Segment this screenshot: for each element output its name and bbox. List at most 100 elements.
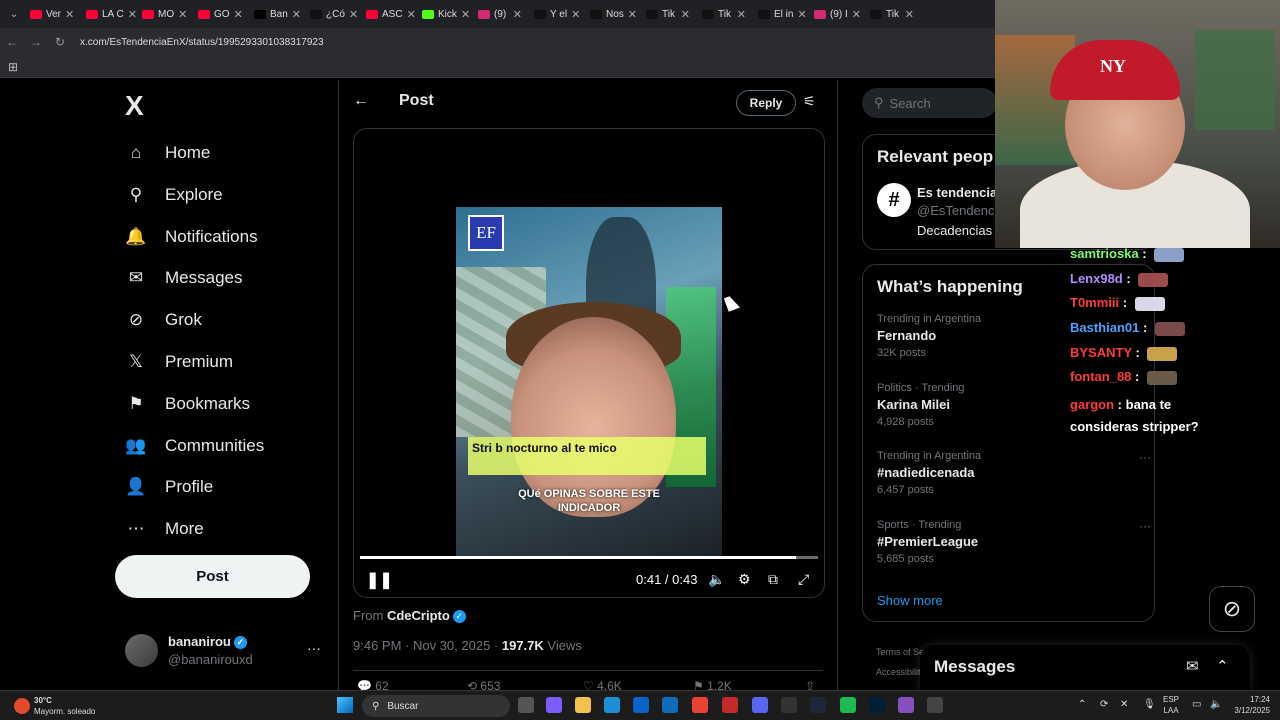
app-icon[interactable]	[781, 697, 797, 713]
browser-tab[interactable]: (9) I ✕	[808, 0, 864, 28]
tab-close-icon[interactable]: ✕	[571, 8, 580, 21]
video-progress-bar[interactable]	[360, 556, 818, 559]
browser-forward-icon[interactable]: →	[24, 35, 48, 49]
browser-tab[interactable]: Kick ✕	[416, 0, 472, 28]
account-switcher[interactable]: bananirou ✓ @bananirouxd ···	[125, 632, 325, 672]
tab-close-icon[interactable]: ✕	[628, 8, 637, 21]
nav-item-home[interactable]: ⌂ Home	[125, 138, 211, 168]
tab-search-chevron-icon[interactable]: ⌄	[4, 4, 24, 24]
nav-item-grok[interactable]: ⊘ Grok	[125, 305, 202, 335]
tab-close-icon[interactable]: ✕	[681, 8, 690, 21]
tab-close-icon[interactable]: ✕	[852, 8, 861, 21]
file-explorer-icon[interactable]	[575, 697, 591, 713]
tab-close-icon[interactable]: ✕	[292, 8, 301, 21]
pip-icon[interactable]: ⧉	[768, 571, 778, 588]
edge-icon[interactable]	[604, 697, 620, 713]
tab-close-icon[interactable]: ✕	[407, 8, 416, 21]
url-field[interactable]: x.com/EsTendenciaEnX/status/199529330103…	[80, 37, 324, 48]
browser-tab[interactable]: GO ✕	[192, 0, 248, 28]
video-frame[interactable]: EF Stri b nocturno al te mico QUé OPINAS…	[456, 207, 722, 557]
obs-icon[interactable]	[898, 697, 914, 713]
reload-icon[interactable]: ↻	[48, 35, 72, 49]
new-message-icon[interactable]: ✉	[1186, 657, 1199, 675]
discord-icon[interactable]	[752, 697, 768, 713]
browser-tab[interactable]: ¿Có ✕	[304, 0, 360, 28]
more-dots-icon[interactable]: ···	[307, 640, 321, 656]
browser-tab[interactable]: El in ✕	[752, 0, 808, 28]
browser-tab[interactable]: ASC ✕	[360, 0, 416, 28]
tray-chevron-icon[interactable]: ⌃	[1078, 699, 1086, 710]
browser-tab[interactable]: Ban ✕	[248, 0, 304, 28]
calendar-app-icon[interactable]	[722, 697, 738, 713]
nav-item-profile[interactable]: 👤 Profile	[125, 472, 213, 502]
store-icon[interactable]	[633, 697, 649, 713]
tab-close-icon[interactable]: ✕	[797, 8, 806, 21]
nav-item-communities[interactable]: 👥 Communities	[125, 431, 264, 461]
post-button[interactable]: Post	[115, 555, 310, 598]
steam-icon[interactable]	[810, 697, 826, 713]
search-input[interactable]: ⚲ Search	[862, 88, 997, 118]
back-arrow-icon[interactable]: ←	[353, 92, 369, 110]
reply-button[interactable]: Reply	[736, 90, 796, 116]
messages-dock[interactable]: Messages ✉ ⌃	[920, 645, 1250, 690]
apps-grid-icon[interactable]: ⊞	[8, 60, 18, 74]
nav-item-messages[interactable]: ✉ Messages	[125, 263, 243, 293]
volume-icon[interactable]: 🔈	[708, 571, 725, 588]
tab-close-icon[interactable]: ✕	[513, 8, 522, 21]
browser-back-icon[interactable]: ←	[0, 35, 24, 49]
volume-icon[interactable]: 🔈	[1210, 699, 1222, 710]
browser-tab[interactable]: Tik ✕	[864, 0, 920, 28]
network-icon[interactable]: ▭	[1192, 699, 1201, 710]
tab-close-icon[interactable]: ✕	[905, 8, 914, 21]
tray-mute-icon[interactable]: ✕	[1120, 699, 1128, 710]
photoshop-icon[interactable]	[869, 697, 885, 713]
tab-close-icon[interactable]: ✕	[65, 8, 74, 21]
video-player[interactable]: EF Stri b nocturno al te mico QUé OPINAS…	[353, 128, 825, 598]
trend-item[interactable]: Sports · Trending #PremierLeague 5,685 pos…	[877, 519, 1151, 565]
pause-icon[interactable]: ❚❚	[366, 570, 393, 590]
nav-item-more[interactable]: ⋯ More	[125, 514, 204, 544]
tab-close-icon[interactable]: ✕	[349, 8, 358, 21]
browser-tab[interactable]: Tik ✕	[696, 0, 752, 28]
nav-item-notifications[interactable]: 🔔 Notifications	[125, 222, 257, 252]
show-more-link[interactable]: Show more	[877, 593, 943, 608]
tab-close-icon[interactable]: ✕	[461, 8, 470, 21]
tab-close-icon[interactable]: ✕	[234, 8, 243, 21]
browser-tab[interactable]: Nos ✕	[584, 0, 640, 28]
microphone-icon[interactable]: 🎙	[1143, 699, 1156, 710]
copilot-icon[interactable]	[546, 697, 562, 713]
browser-tab[interactable]: Tik ✕	[640, 0, 696, 28]
taskbar-search[interactable]: ⚲ Buscar	[362, 695, 510, 717]
browser-tab[interactable]: (9) ✕	[472, 0, 528, 28]
trend-item[interactable]: Trending in Argentina #nadiedicenada 6,457…	[877, 450, 1151, 496]
nav-item-explore[interactable]: ⚲ Explore	[125, 180, 223, 210]
browser-tab[interactable]: Ver ✕	[24, 0, 80, 28]
tab-close-icon[interactable]: ✕	[128, 8, 136, 21]
spotify-icon[interactable]	[840, 697, 856, 713]
gear-icon[interactable]: ⚙	[738, 571, 751, 588]
browser-tab[interactable]: LA C ✕	[80, 0, 136, 28]
nav-item-bookmarks[interactable]: ⚑ Bookmarks	[125, 389, 250, 419]
grok-floating-icon[interactable]: ⊘	[1209, 586, 1255, 632]
task-view-icon[interactable]	[518, 697, 534, 713]
more-dots-icon[interactable]: ···	[1139, 519, 1151, 533]
language-indicator[interactable]: ESP LAA	[1163, 694, 1179, 716]
fullscreen-icon[interactable]: ⤢	[798, 571, 809, 588]
more-dots-icon[interactable]: ···	[1139, 450, 1151, 464]
source-account-link[interactable]: CdeCripto	[387, 608, 450, 623]
sliders-icon[interactable]: ⚟	[803, 93, 816, 110]
chrome-icon[interactable]	[692, 697, 708, 713]
windows-start-icon[interactable]	[337, 697, 353, 713]
weather-widget[interactable]: 30°C Mayorm. soleado	[14, 694, 104, 718]
browser-tab[interactable]: MO ✕	[136, 0, 192, 28]
x-logo[interactable]: X	[125, 90, 144, 122]
expand-up-icon[interactable]: ⌃	[1216, 657, 1229, 675]
tray-app-icon[interactable]: ⟳	[1100, 699, 1108, 710]
post-timestamp[interactable]: 9:46 PM · Nov 30, 2025 ·	[353, 638, 502, 653]
settings-app-icon[interactable]	[927, 697, 943, 713]
tab-close-icon[interactable]: ✕	[178, 8, 187, 21]
tab-close-icon[interactable]: ✕	[737, 8, 746, 21]
hashtag-avatar-icon[interactable]: #	[877, 183, 911, 217]
relevant-name[interactable]: Es tendencia	[917, 185, 997, 200]
nav-item-premium[interactable]: 𝕏 Premium	[125, 347, 233, 377]
